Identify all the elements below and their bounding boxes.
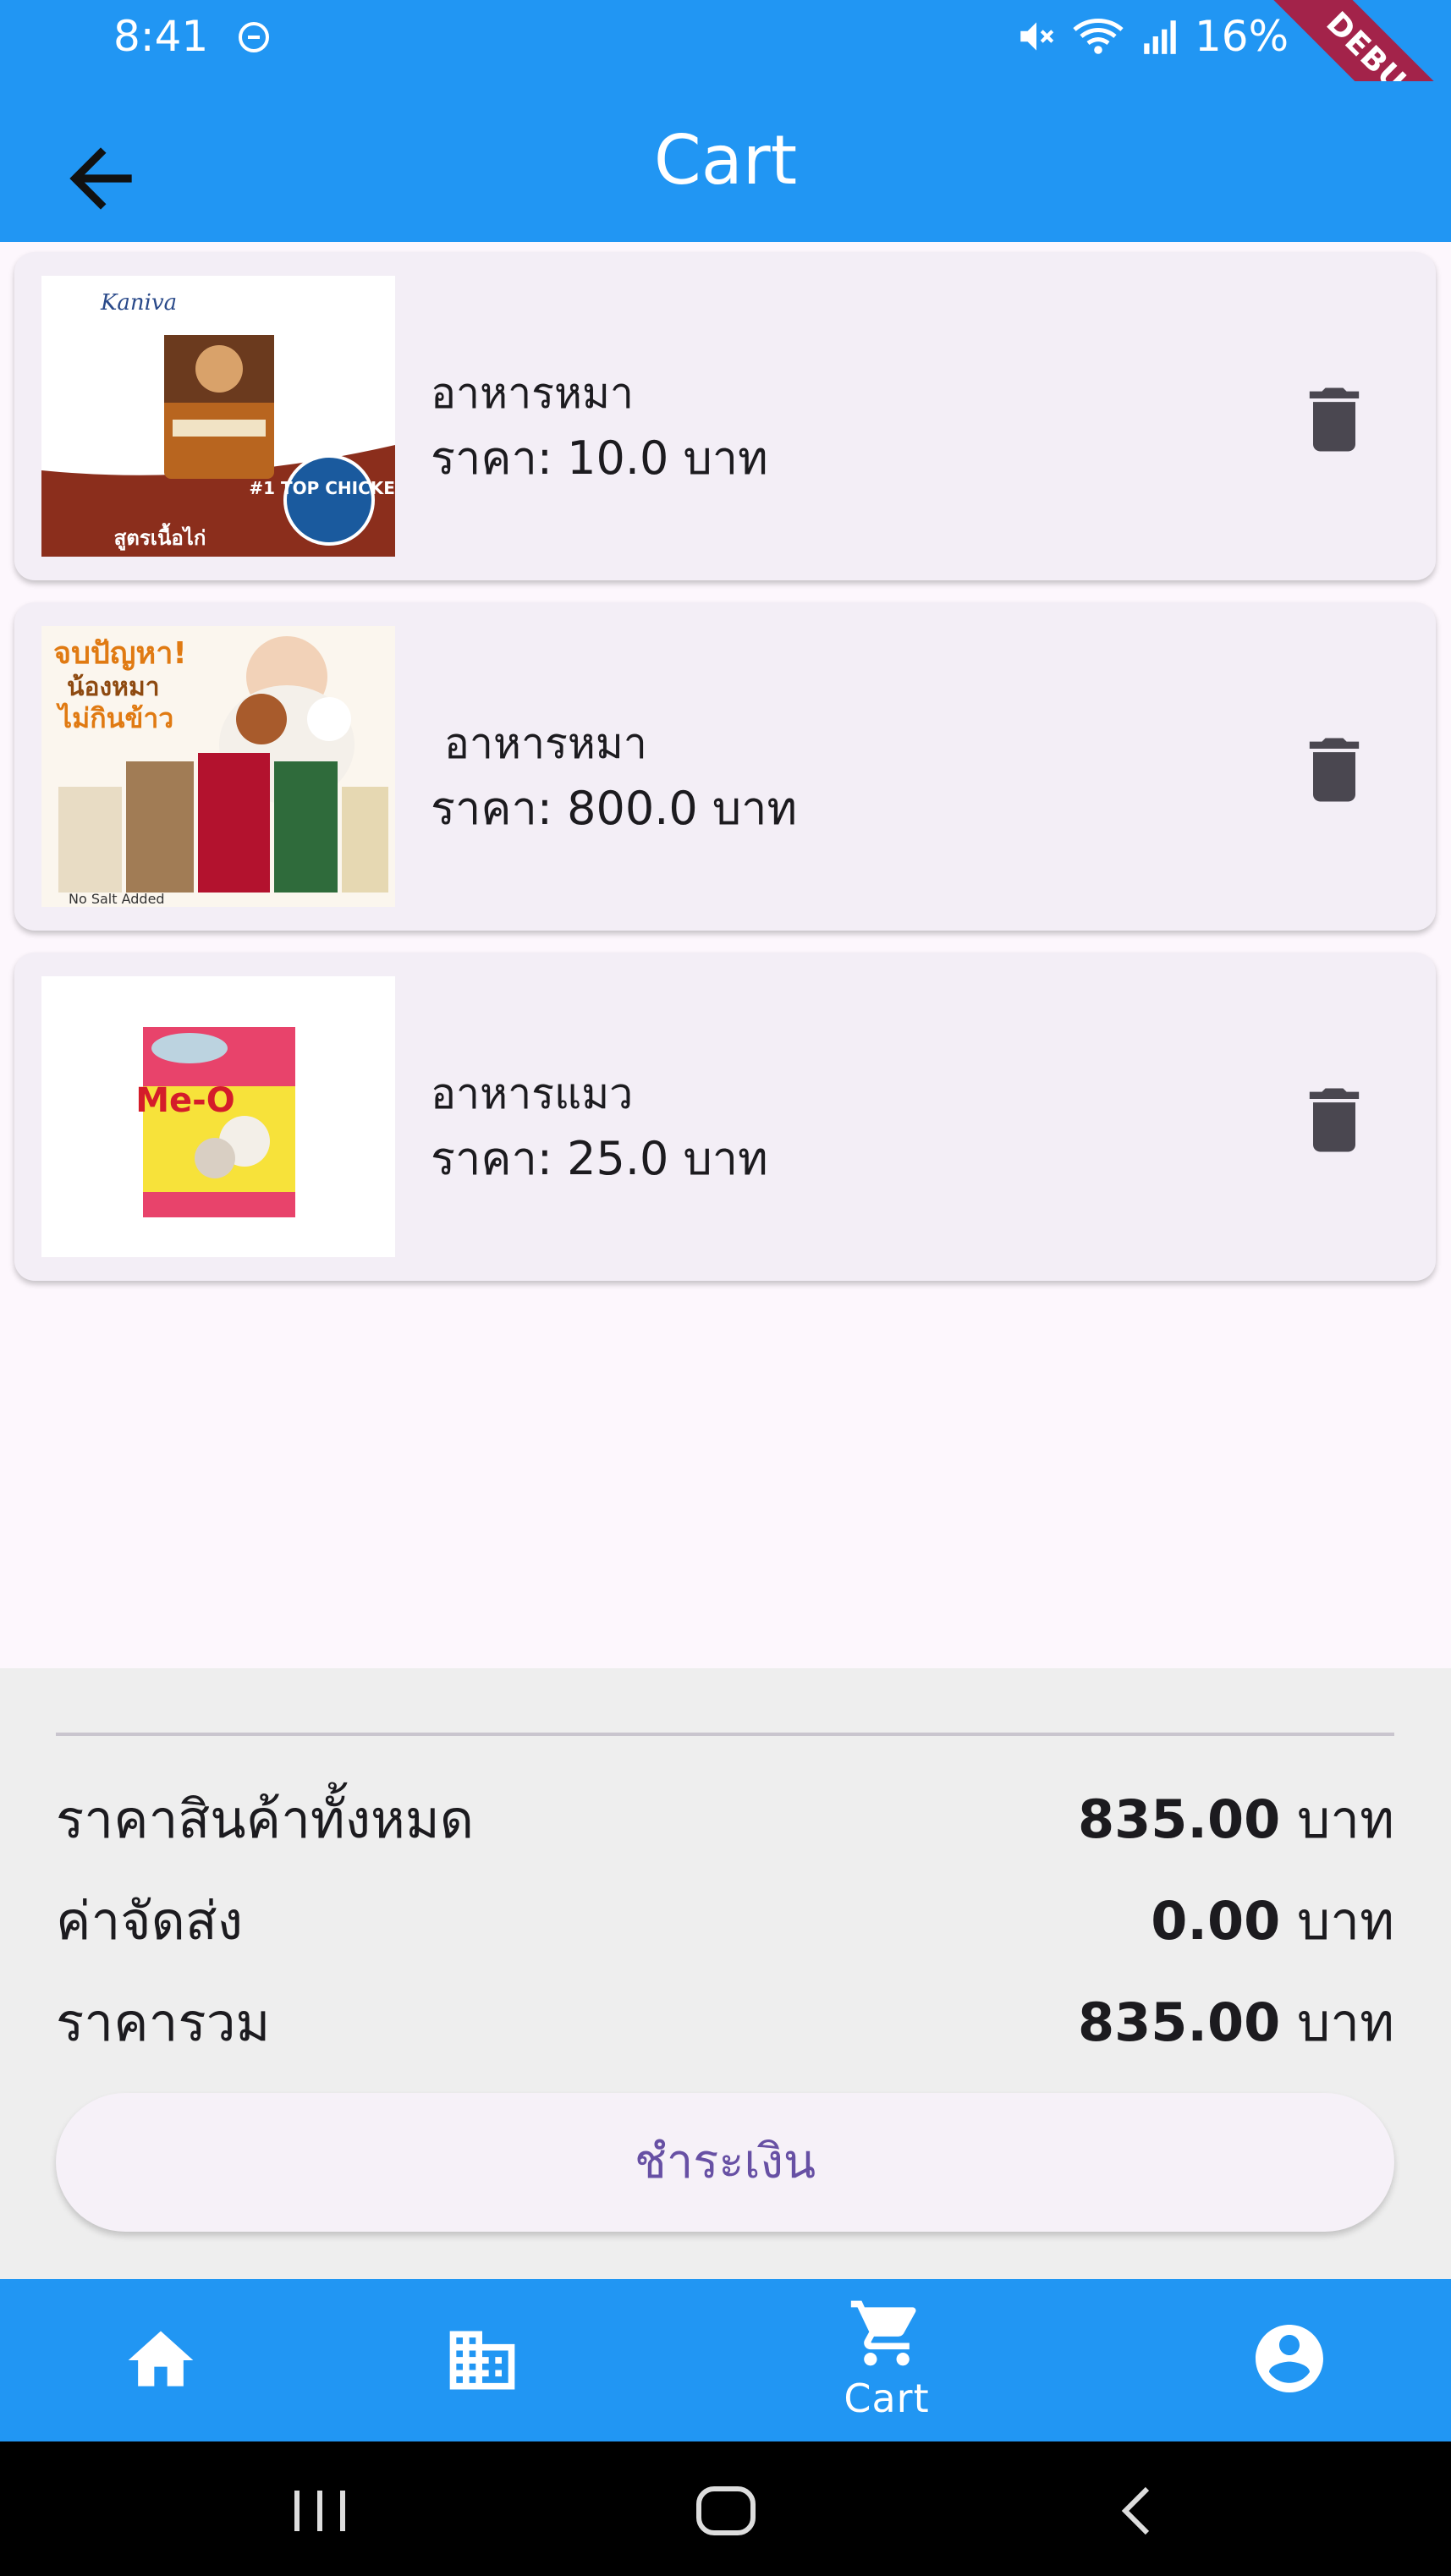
- product-image: จบปัญหา! น้องหมา ไม่กินข้าว No Salt Adde…: [41, 626, 395, 907]
- cart-item[interactable]: จบปัญหา! น้องหมา ไม่กินข้าว No Salt Adde…: [14, 602, 1436, 931]
- subtotal-row: ราคาสินค้าทั้งหมด 835.00 บาท: [56, 1778, 1394, 1863]
- trash-icon: [1309, 1088, 1360, 1152]
- status-indicators: 16%: [1015, 12, 1289, 61]
- total-value: 835.00 บาท: [1078, 1981, 1394, 2064]
- app-bar: Cart: [0, 81, 1451, 242]
- brand-logo-text: Kaniva: [100, 290, 177, 316]
- mute-icon: [1020, 22, 1054, 51]
- home-button-icon[interactable]: [694, 2484, 758, 2538]
- product-price: ราคา: 800.0 บาท: [431, 782, 798, 835]
- page-title: Cart: [653, 121, 798, 200]
- bottom-navigation: Cart: [0, 2279, 1451, 2441]
- currency-label: บาท: [1296, 1890, 1394, 1952]
- product-name: อาหารหมา: [431, 369, 634, 418]
- cart-item[interactable]: #1 TOP CHICKEN Kaniva สูตรเนื้อไก่ อาหาร…: [14, 252, 1436, 580]
- product-name: อาหารแมว: [431, 1069, 634, 1118]
- currency-label: บาท: [1296, 1788, 1394, 1850]
- signal-icon: [1144, 20, 1176, 54]
- product-image: Me-O: [41, 976, 395, 1257]
- total-amount: 835.00: [1077, 1991, 1281, 2053]
- nav-cart[interactable]: Cart: [802, 2279, 971, 2441]
- shipping-value: 0.00 บาท: [1151, 1880, 1394, 1963]
- subtotal-value: 835.00 บาท: [1078, 1778, 1394, 1861]
- product-price: ราคา: 25.0 บาท: [431, 1132, 768, 1185]
- nav-cart-label: Cart: [844, 2376, 930, 2421]
- total-row: ราคารวม 835.00 บาท: [56, 1981, 1394, 2066]
- battery-percent: 16%: [1195, 12, 1289, 61]
- divider: [56, 1733, 1394, 1736]
- wifi-icon: [1073, 19, 1124, 54]
- badge-text: #1 TOP CHICKEN: [249, 478, 395, 498]
- shipping-label: ค่าจัดส่ง: [56, 1890, 243, 1952]
- status-bar: 8:41 16%: [0, 0, 1451, 81]
- nav-home[interactable]: [76, 2279, 245, 2441]
- product-price: ราคา: 10.0 บาท: [431, 431, 768, 485]
- image-footer: No Salt Added: [69, 891, 165, 907]
- image-headline: ไม่กินข้าว: [56, 702, 173, 734]
- delete-button[interactable]: [1292, 377, 1377, 462]
- total-label: ราคารวม: [56, 1991, 271, 2053]
- do-not-disturb-icon: [239, 22, 269, 52]
- trash-icon: [1309, 387, 1360, 452]
- status-time: 8:41: [113, 12, 209, 61]
- back-nav-icon[interactable]: [1110, 2484, 1161, 2538]
- back-button[interactable]: [54, 132, 147, 225]
- recent-apps-icon[interactable]: [286, 2485, 354, 2536]
- delete-button[interactable]: [1292, 728, 1377, 812]
- brand-logo-text: Me-O: [135, 1081, 235, 1120]
- product-image: #1 TOP CHICKEN Kaniva สูตรเนื้อไก่: [41, 276, 395, 557]
- nav-business[interactable]: [398, 2279, 567, 2441]
- subtotal-label: ราคาสินค้าทั้งหมด: [56, 1788, 475, 1850]
- system-navigation-bar: [0, 2441, 1451, 2576]
- shipping-row: ค่าจัดส่ง 0.00 บาท: [56, 1880, 1394, 1964]
- pay-button[interactable]: ชำระเงิน: [56, 2093, 1394, 2232]
- image-headline: น้องหมา: [67, 673, 160, 702]
- image-headline: จบปัญหา!: [53, 636, 187, 671]
- delete-button[interactable]: [1292, 1078, 1377, 1162]
- subtotal-amount: 835.00: [1077, 1788, 1281, 1850]
- order-summary: ราคาสินค้าทั้งหมด 835.00 บาท ค่าจัดส่ง 0…: [0, 1668, 1451, 2279]
- currency-label: บาท: [1296, 1991, 1394, 2053]
- business-icon: [449, 2331, 515, 2390]
- account-icon: [1256, 2325, 1323, 2392]
- shipping-amount: 0.00: [1151, 1890, 1281, 1952]
- product-name: อาหารหมา: [431, 719, 647, 768]
- trash-icon: [1309, 738, 1360, 802]
- home-icon: [128, 2331, 194, 2387]
- cart-item[interactable]: Me-O อาหารแมว ราคา: 25.0 บาท: [14, 953, 1436, 1281]
- arrow-back-icon: [69, 147, 132, 210]
- nav-account[interactable]: [1205, 2279, 1374, 2441]
- image-caption: สูตรเนื้อไก่: [114, 522, 206, 551]
- cart-icon: [850, 2300, 916, 2366]
